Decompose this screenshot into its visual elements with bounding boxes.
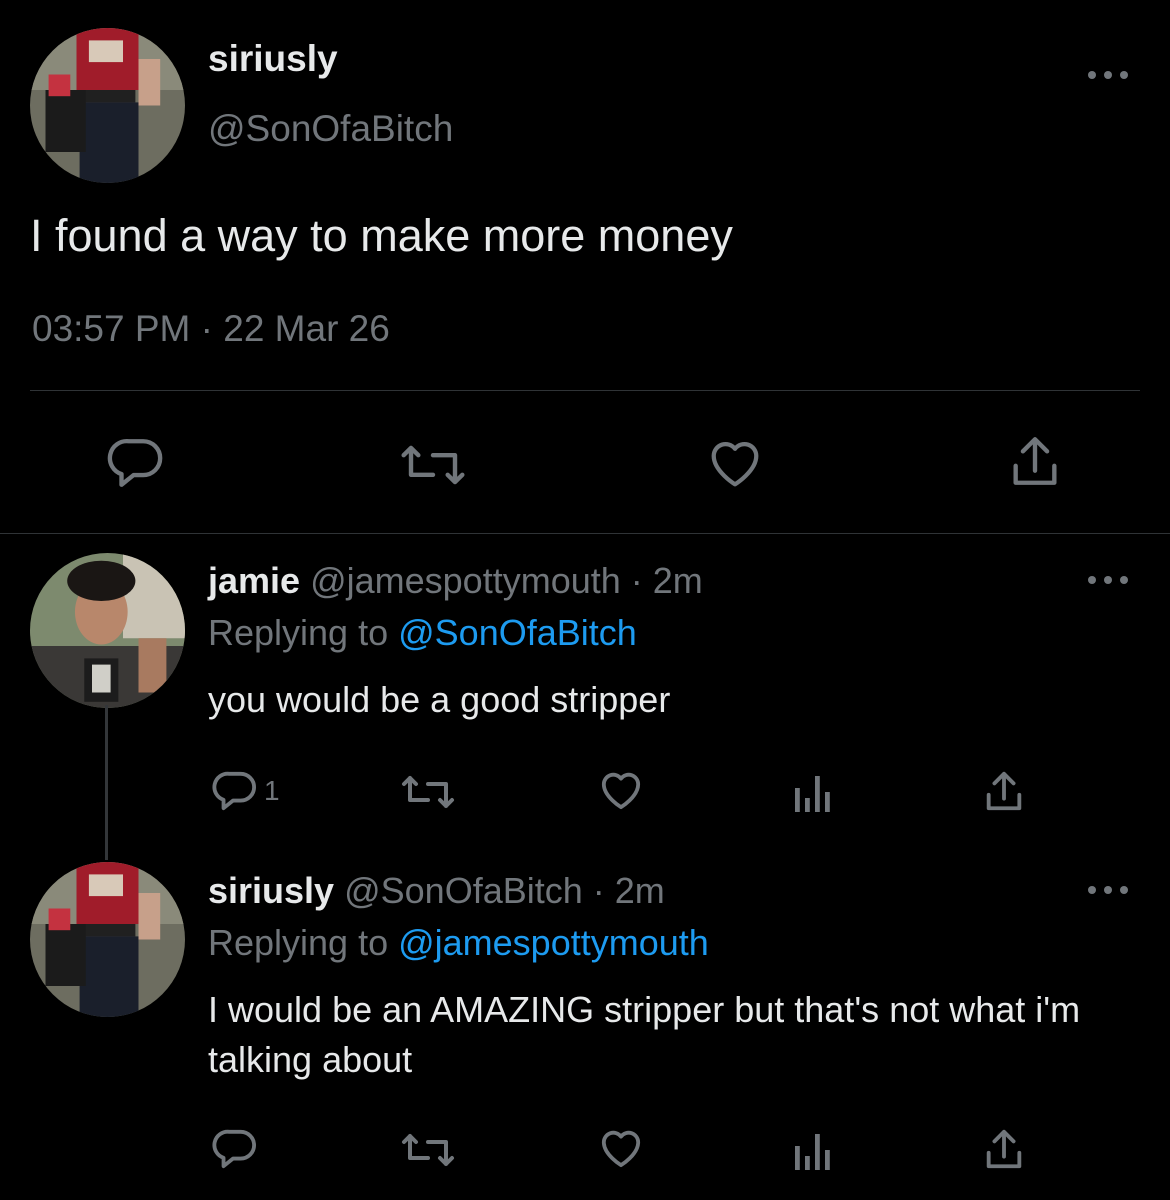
divider: [30, 390, 1140, 391]
share-button[interactable]: [1008, 432, 1062, 490]
reply-author-name[interactable]: siriusly: [208, 870, 334, 911]
replying-to-link[interactable]: @SonOfaBitch: [398, 612, 637, 653]
reply-button[interactable]: [107, 436, 165, 490]
reply-header: jamie @jamespottymouth · 2m: [208, 560, 703, 602]
retweet-icon: [402, 776, 454, 808]
avatar-jamie-icon: [30, 553, 185, 708]
replying-prefix: Replying to: [208, 922, 399, 963]
thread-line: [105, 705, 108, 860]
like-button[interactable]: [598, 1127, 644, 1169]
tweet-text: I found a way to make more money: [30, 210, 733, 261]
heart-icon: [601, 1130, 641, 1168]
replying-to: Replying to @jamespottymouth: [208, 922, 709, 964]
heart-icon: [601, 772, 641, 810]
author-name[interactable]: siriusly: [208, 38, 338, 80]
retweet-icon: [401, 445, 465, 485]
like-button[interactable]: [598, 769, 644, 811]
reply-button[interactable]: 1: [212, 770, 280, 812]
replying-to: Replying to @SonOfaBitch: [208, 612, 637, 654]
share-icon: [986, 771, 1022, 811]
reply-icon: [212, 1129, 256, 1169]
reply-icon: [212, 771, 256, 811]
analytics-icon: [795, 776, 830, 812]
section-divider: [0, 533, 1170, 534]
reply-button[interactable]: [212, 1128, 264, 1170]
more-options-icon[interactable]: [1088, 68, 1128, 82]
share-icon: [986, 1129, 1022, 1169]
replying-prefix: Replying to: [208, 612, 399, 653]
retweet-button[interactable]: [398, 443, 468, 487]
avatar[interactable]: [30, 862, 185, 1017]
more-options-icon[interactable]: [1088, 883, 1128, 897]
analytics-button[interactable]: [793, 772, 831, 812]
analytics-button[interactable]: [793, 1130, 831, 1170]
share-button[interactable]: [982, 768, 1026, 814]
reply-handle-time[interactable]: @SonOfaBitch · 2m: [344, 870, 665, 911]
reply-count: 1: [264, 775, 280, 806]
like-button[interactable]: [706, 437, 764, 489]
analytics-icon: [795, 1134, 830, 1170]
retweet-button[interactable]: [400, 1132, 456, 1168]
avatar[interactable]: [30, 28, 185, 183]
share-button[interactable]: [982, 1126, 1026, 1172]
avatar-siriusly-icon: [30, 28, 185, 183]
reply-header: siriusly @SonOfaBitch · 2m: [208, 870, 665, 912]
more-options-icon[interactable]: [1088, 573, 1128, 587]
tweet-timestamp[interactable]: 03:57 PM · 22 Mar 26: [32, 308, 390, 350]
author-handle[interactable]: @SonOfaBitch: [208, 108, 453, 150]
avatar[interactable]: [30, 553, 185, 708]
reply-text: I would be an AMAZING stripper but that'…: [208, 989, 1081, 1080]
reply-icon: [107, 439, 163, 487]
reply-author-name[interactable]: jamie: [208, 560, 300, 601]
replying-to-link[interactable]: @jamespottymouth: [398, 922, 709, 963]
avatar-siriusly-icon: [30, 862, 185, 1017]
reply-handle-time[interactable]: @jamespottymouth · 2m: [310, 560, 703, 601]
retweet-icon: [402, 1134, 454, 1166]
retweet-button[interactable]: [400, 774, 456, 810]
reply-text: you would be a good stripper: [208, 679, 671, 720]
heart-icon: [711, 441, 759, 487]
share-icon: [1013, 437, 1057, 485]
